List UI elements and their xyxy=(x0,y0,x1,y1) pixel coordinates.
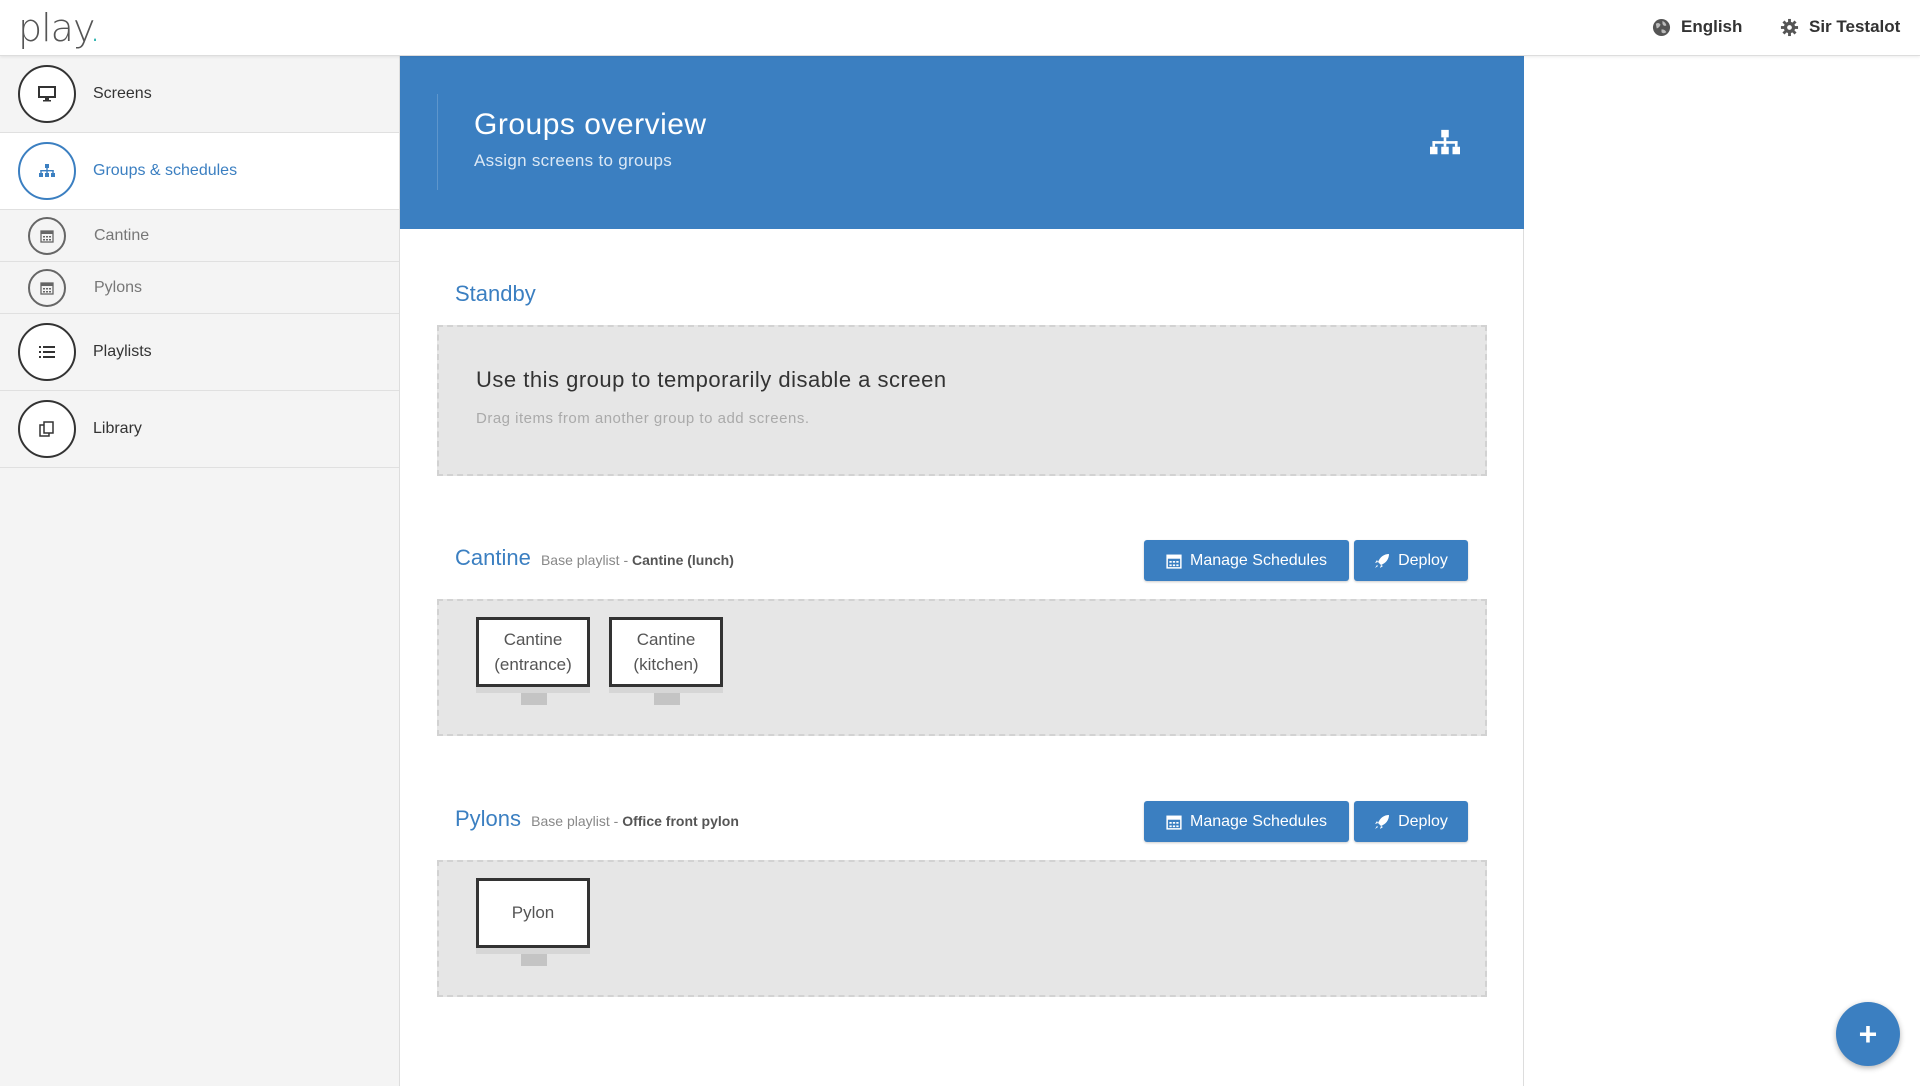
group-dropzone-pylons[interactable]: Pylon xyxy=(437,860,1487,997)
sidebar: Screens Groups & schedules Cantine Pylon… xyxy=(0,56,400,1086)
button-label: Manage Schedules xyxy=(1190,812,1327,830)
add-button[interactable]: + xyxy=(1836,1002,1900,1066)
language-label: English xyxy=(1681,17,1743,36)
list-icon xyxy=(18,323,76,381)
section-title-standby: Standby xyxy=(455,281,536,306)
rocket-icon xyxy=(1375,814,1390,829)
header-divider xyxy=(437,94,438,190)
deploy-button[interactable]: Deploy xyxy=(1354,540,1468,581)
sidebar-subitem-pylons[interactable]: Pylons xyxy=(0,262,399,314)
screen-item[interactable]: Cantine (kitchen) xyxy=(609,617,725,705)
user-menu[interactable]: Sir Testalot xyxy=(1780,17,1900,37)
sidebar-subitem-label: Cantine xyxy=(94,226,150,244)
group-title: Pylons xyxy=(455,806,522,831)
sidebar-item-library[interactable]: Library xyxy=(0,391,399,468)
group-header-pylons: Pylons Base playlist - Office front pylo… xyxy=(455,806,739,832)
group-dropzone-cantine[interactable]: Cantine (entrance) Cantine (kitchen) xyxy=(437,599,1487,736)
sidebar-item-playlists[interactable]: Playlists xyxy=(0,314,399,391)
calendar-icon xyxy=(28,269,66,307)
monitor-stand xyxy=(521,954,547,966)
deploy-button[interactable]: Deploy xyxy=(1354,801,1468,842)
rocket-icon xyxy=(1375,553,1390,568)
base-playlist-label: Base playlist - Office front pylon xyxy=(531,813,739,829)
calendar-icon xyxy=(28,217,66,255)
copy-icon xyxy=(18,400,76,458)
screen-label: Cantine (entrance) xyxy=(476,617,590,687)
button-label: Manage Schedules xyxy=(1190,551,1327,569)
screen-label: Pylon xyxy=(476,878,590,948)
sidebar-item-screens[interactable]: Screens xyxy=(0,56,399,133)
sidebar-subitem-cantine[interactable]: Cantine xyxy=(0,210,399,262)
sidebar-item-groups[interactable]: Groups & schedules xyxy=(0,133,399,210)
calendar-icon xyxy=(1166,815,1182,830)
calendar-icon xyxy=(1166,554,1182,569)
dropzone-title: Use this group to temporarily disable a … xyxy=(476,367,947,392)
monitor-stand xyxy=(521,693,547,705)
monitor-icon xyxy=(18,65,76,123)
language-selector[interactable]: English xyxy=(1652,17,1742,37)
page-title: Groups overview xyxy=(474,108,707,141)
user-name: Sir Testalot xyxy=(1809,17,1901,36)
button-label: Deploy xyxy=(1398,812,1448,830)
gear-icon xyxy=(1780,18,1799,36)
page-header: Groups overview Assign screens to groups xyxy=(400,56,1524,229)
base-playlist-name[interactable]: Cantine (lunch) xyxy=(632,552,734,568)
group-header-cantine: Cantine Base playlist - Cantine (lunch) xyxy=(455,545,734,571)
page-subtitle: Assign screens to groups xyxy=(474,151,673,170)
sidebar-subitem-label: Pylons xyxy=(94,278,143,296)
globe-icon xyxy=(1652,18,1671,36)
sidebar-item-label: Groups & schedules xyxy=(93,162,238,179)
group-title: Cantine xyxy=(455,545,531,570)
standby-dropzone[interactable]: Use this group to temporarily disable a … xyxy=(437,325,1487,476)
dropzone-hint: Drag items from another group to add scr… xyxy=(476,410,810,427)
manage-schedules-button[interactable]: Manage Schedules xyxy=(1144,801,1349,842)
monitor-stand xyxy=(654,693,680,705)
screen-item[interactable]: Cantine (entrance) xyxy=(476,617,592,705)
sidebar-item-label: Screens xyxy=(93,85,152,102)
screen-item[interactable]: Pylon xyxy=(476,878,592,966)
app-logo[interactable]: play. xyxy=(18,6,101,50)
base-playlist-label: Base playlist - Cantine (lunch) xyxy=(540,552,734,568)
screen-label: Cantine (kitchen) xyxy=(609,617,723,687)
base-playlist-name[interactable]: Office front pylon xyxy=(622,813,739,829)
sitemap-icon xyxy=(18,142,76,200)
button-label: Deploy xyxy=(1398,551,1448,569)
manage-schedules-button[interactable]: Manage Schedules xyxy=(1144,540,1349,581)
main-panel: Groups overview Assign screens to groups… xyxy=(400,56,1524,1086)
top-bar: play. English Sir Testalot xyxy=(0,0,1920,56)
sitemap-icon xyxy=(1430,129,1460,155)
plus-icon: + xyxy=(1858,1015,1878,1052)
sidebar-item-label: Playlists xyxy=(93,343,152,360)
sidebar-item-label: Library xyxy=(93,420,142,437)
